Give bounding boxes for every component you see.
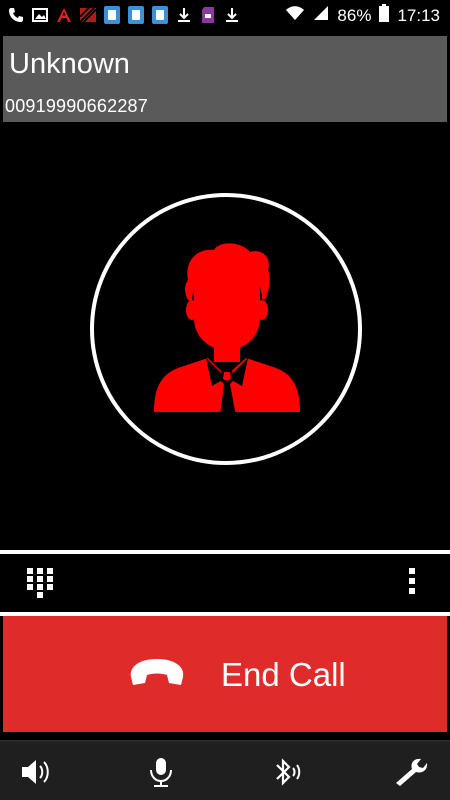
notification-icons xyxy=(8,6,240,24)
battery-percent: 86% xyxy=(337,5,372,25)
bottom-toolbar xyxy=(0,740,450,800)
contact-number: 00919990662287 xyxy=(5,96,148,116)
speaker-icon xyxy=(22,760,49,784)
text-a-icon xyxy=(56,6,72,24)
signal-icon xyxy=(313,5,329,26)
bluetooth-icon xyxy=(276,758,301,786)
system-icons: 86% 17:13 xyxy=(285,4,440,27)
status-bar: 86% 17:13 xyxy=(0,0,450,32)
wifi-icon xyxy=(285,5,305,26)
sim-icon xyxy=(152,6,168,24)
battery-icon xyxy=(379,4,390,27)
more-vertical-icon[interactable] xyxy=(409,568,417,596)
image-icon xyxy=(32,6,48,24)
download-icon xyxy=(176,6,192,24)
clock: 17:13 xyxy=(397,5,440,25)
sd-card-icon xyxy=(200,6,216,24)
call-screen: 86% 17:13 Unknown 00919990662287 End Cal… xyxy=(0,0,450,800)
call-controls-row xyxy=(3,554,447,612)
phone-icon xyxy=(8,6,24,24)
mute-button[interactable] xyxy=(144,756,178,788)
hangup-icon xyxy=(130,659,184,685)
settings-button[interactable] xyxy=(394,756,428,788)
wrench-icon xyxy=(396,758,428,786)
mic-icon xyxy=(150,758,172,787)
avatar-area xyxy=(3,122,447,550)
end-call-button[interactable]: End Call xyxy=(3,616,447,732)
dialpad-icon[interactable] xyxy=(27,568,53,598)
speaker-button[interactable] xyxy=(20,756,54,788)
sim-icon xyxy=(128,6,144,24)
contact-name: Unknown xyxy=(9,48,130,80)
sim-icon xyxy=(104,6,120,24)
contact-header: Unknown 00919990662287 xyxy=(3,36,447,122)
end-call-label: End Call xyxy=(221,656,346,693)
download-icon xyxy=(224,6,240,24)
stripes-icon xyxy=(80,6,96,24)
bluetooth-button[interactable] xyxy=(270,756,304,788)
person-icon xyxy=(154,243,300,416)
